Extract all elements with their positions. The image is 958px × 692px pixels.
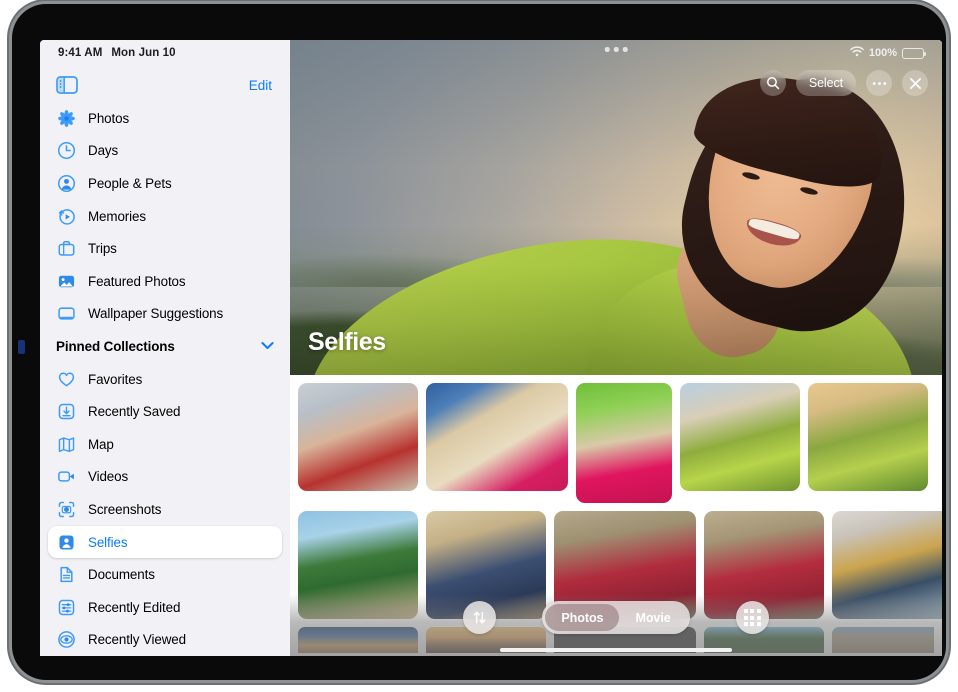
sidebar-toggle-icon[interactable] bbox=[56, 76, 78, 94]
page-title: Selfies bbox=[308, 328, 386, 357]
status-date: Mon Jun 10 bbox=[111, 47, 175, 59]
pinned-collections-header[interactable]: Pinned Collections bbox=[48, 330, 282, 363]
suitcase-icon bbox=[56, 238, 77, 259]
segment-movie[interactable]: Movie bbox=[619, 604, 686, 631]
ipad-screen: 9:41 AM Mon Jun 10 Edit bbox=[40, 40, 942, 656]
sidebar-item-videos[interactable]: Videos bbox=[48, 461, 282, 494]
photo-grid-row bbox=[298, 383, 934, 503]
battery-percent-label: 100% bbox=[869, 47, 897, 59]
sidebar-item-label: Recently Saved bbox=[88, 404, 180, 419]
sidebar-item-label: Screenshots bbox=[88, 502, 161, 517]
sort-arrows-icon[interactable] bbox=[463, 601, 496, 634]
sliders-icon bbox=[56, 597, 77, 618]
sidebar-item-favorites[interactable]: Favorites bbox=[48, 363, 282, 396]
bottom-toolbar: Photos Movie bbox=[290, 601, 942, 634]
sidebar-header: Edit bbox=[40, 66, 290, 104]
battery-full-icon bbox=[902, 48, 924, 59]
photo-thumbnail[interactable] bbox=[426, 383, 568, 491]
hero-controls: Select bbox=[760, 70, 928, 96]
status-bar-left: 9:41 AM Mon Jun 10 bbox=[58, 47, 176, 59]
photo-thumbnail[interactable] bbox=[808, 383, 928, 491]
photo-icon bbox=[56, 271, 77, 292]
selfie-person-icon bbox=[56, 532, 77, 553]
status-bar-right: 100% bbox=[850, 46, 924, 60]
wifi-icon bbox=[850, 46, 864, 60]
person-circle-icon bbox=[56, 173, 77, 194]
screenshot-icon bbox=[56, 499, 77, 520]
photos-flower-icon bbox=[56, 108, 77, 129]
sidebar-item-label: Trips bbox=[88, 241, 117, 256]
sidebar-item-label: Favorites bbox=[88, 372, 142, 387]
heart-icon bbox=[56, 369, 77, 390]
chevron-down-icon[interactable] bbox=[261, 337, 274, 355]
sidebar-item-label: Recently Viewed bbox=[88, 632, 186, 647]
status-time: 9:41 AM bbox=[58, 47, 102, 59]
hero-scrim bbox=[290, 265, 942, 375]
sidebar-item-wallpaper-suggestions[interactable]: Wallpaper Suggestions bbox=[48, 298, 282, 331]
sidebar-item-recently-saved[interactable]: Recently Saved bbox=[48, 395, 282, 428]
sidebar: 9:41 AM Mon Jun 10 Edit bbox=[40, 40, 290, 656]
sidebar-item-selfies[interactable]: Selfies bbox=[48, 526, 282, 559]
bezel-indicator bbox=[18, 340, 25, 354]
main-content: Selfies 100% bbox=[290, 40, 942, 656]
more-options-button[interactable] bbox=[866, 70, 892, 96]
sidebar-item-label: Days bbox=[88, 143, 118, 158]
sidebar-item-label: Featured Photos bbox=[88, 274, 186, 289]
sidebar-item-label: Wallpaper Suggestions bbox=[88, 306, 223, 321]
close-button[interactable] bbox=[902, 70, 928, 96]
photo-thumbnail[interactable] bbox=[576, 383, 672, 503]
search-button[interactable] bbox=[760, 70, 786, 96]
hero-banner: Selfies 100% bbox=[290, 40, 942, 375]
wallpaper-icon bbox=[56, 303, 77, 324]
sidebar-item-memories[interactable]: Memories bbox=[48, 200, 282, 233]
sidebar-item-trips[interactable]: Trips bbox=[48, 232, 282, 265]
section-title: Pinned Collections bbox=[56, 339, 175, 354]
sidebar-item-label: Recently Edited bbox=[88, 600, 180, 615]
home-indicator[interactable] bbox=[500, 648, 732, 653]
select-button[interactable]: Select bbox=[796, 70, 856, 96]
sidebar-item-label: Videos bbox=[88, 469, 128, 484]
ipad-device-frame: 9:41 AM Mon Jun 10 Edit bbox=[12, 4, 946, 680]
sidebar-item-people-pets[interactable]: People & Pets bbox=[48, 167, 282, 200]
sidebar-item-label: Selfies bbox=[88, 535, 128, 550]
sidebar-item-label: Documents bbox=[88, 567, 155, 582]
sidebar-item-label: Photos bbox=[88, 111, 129, 126]
sidebar-item-label: Map bbox=[88, 437, 114, 452]
sidebar-item-photos[interactable]: Photos bbox=[48, 102, 282, 135]
sidebar-item-recently-viewed[interactable]: Recently Viewed bbox=[48, 624, 282, 657]
sidebar-nav: Photos Days bbox=[40, 102, 290, 656]
video-camera-icon bbox=[56, 466, 77, 487]
grid-view-icon[interactable] bbox=[736, 601, 769, 634]
sidebar-item-recently-edited[interactable]: Recently Edited bbox=[48, 591, 282, 624]
sidebar-item-days[interactable]: Days bbox=[48, 135, 282, 168]
clock-icon bbox=[56, 140, 77, 161]
download-icon bbox=[56, 401, 77, 422]
view-mode-segmented-control: Photos Movie bbox=[542, 601, 689, 634]
edit-button[interactable]: Edit bbox=[249, 78, 272, 93]
sidebar-item-map[interactable]: Map bbox=[48, 428, 282, 461]
photo-thumbnail[interactable] bbox=[680, 383, 800, 491]
photo-thumbnail[interactable] bbox=[298, 383, 418, 491]
sidebar-item-label: Memories bbox=[88, 209, 146, 224]
sidebar-item-documents[interactable]: Documents bbox=[48, 558, 282, 591]
memories-play-icon bbox=[56, 206, 77, 227]
map-icon bbox=[56, 434, 77, 455]
sidebar-item-featured-photos[interactable]: Featured Photos bbox=[48, 265, 282, 298]
document-icon bbox=[56, 564, 77, 585]
sidebar-item-screenshots[interactable]: Screenshots bbox=[48, 493, 282, 526]
segment-photos[interactable]: Photos bbox=[545, 604, 619, 631]
eye-icon bbox=[56, 629, 77, 650]
multitask-dots-icon[interactable] bbox=[605, 47, 628, 52]
sidebar-item-label: People & Pets bbox=[88, 176, 172, 191]
